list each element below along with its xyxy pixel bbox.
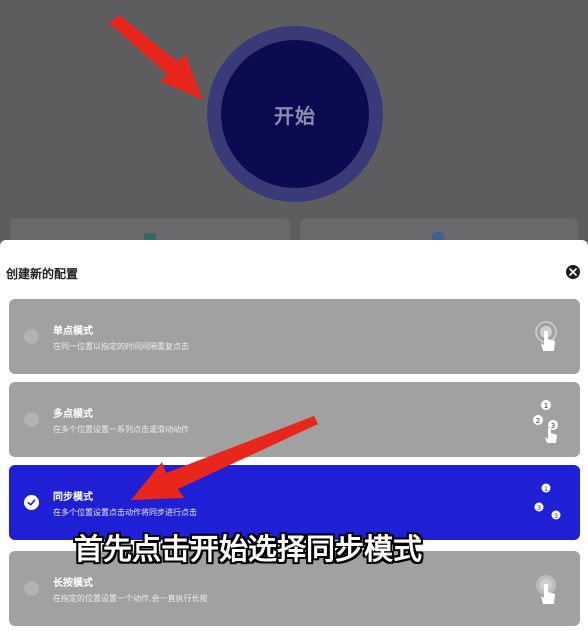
close-icon: [569, 268, 577, 276]
radio-button[interactable]: [24, 329, 39, 344]
single-tap-icon: [535, 321, 557, 351]
radio-button-selected[interactable]: [24, 495, 39, 510]
mode-description: 在同一位置以指定的时间间隔重复点击: [53, 342, 189, 351]
mode-name: 同步模式: [53, 492, 93, 503]
mode-description: 在多个位置设置一系列点击或滑动动作: [53, 425, 189, 434]
start-button-label: 开始: [274, 103, 316, 128]
sheet-title: 创建新的配置: [6, 267, 79, 281]
radio-button[interactable]: [24, 412, 39, 427]
mode-card-single[interactable]: 单点模式 在同一位置以指定的时间间隔重复点击: [9, 299, 580, 374]
svg-text:1: 1: [544, 402, 548, 410]
long-press-icon: [536, 575, 556, 604]
svg-text:1: 1: [544, 485, 548, 493]
svg-text:3: 3: [537, 504, 541, 512]
mode-name: 多点模式: [53, 409, 93, 420]
svg-text:2: 2: [536, 417, 540, 425]
start-button[interactable]: 开始: [221, 40, 369, 188]
sync-tap-icon: 1 3 3: [534, 483, 561, 520]
mode-card-multi[interactable]: 多点模式 在多个位置设置一系列点击或滑动动作 1 2 3: [9, 382, 580, 457]
mode-description: 在指定的位置设置一个动作,会一直执行长按: [53, 594, 208, 603]
svg-text:3: 3: [554, 512, 558, 520]
background-screen: 开始: [0, 0, 588, 258]
mode-description: 在多个位置设置点击动作将同步进行点击: [53, 508, 197, 517]
instruction-caption: 首先点击开始选择同步模式: [74, 532, 423, 566]
check-icon: [27, 499, 36, 506]
multi-tap-icon: 1 2 3: [533, 400, 558, 443]
radio-button[interactable]: [24, 581, 39, 596]
create-config-sheet: 创建新的配置 单点模式 在同一位置以指定的时间间隔重复点击 多点模式 在多个位置…: [0, 240, 588, 631]
mode-name: 单点模式: [53, 326, 93, 337]
svg-text:3: 3: [551, 422, 555, 430]
mode-name: 长按模式: [53, 578, 93, 589]
close-button[interactable]: [566, 265, 580, 279]
